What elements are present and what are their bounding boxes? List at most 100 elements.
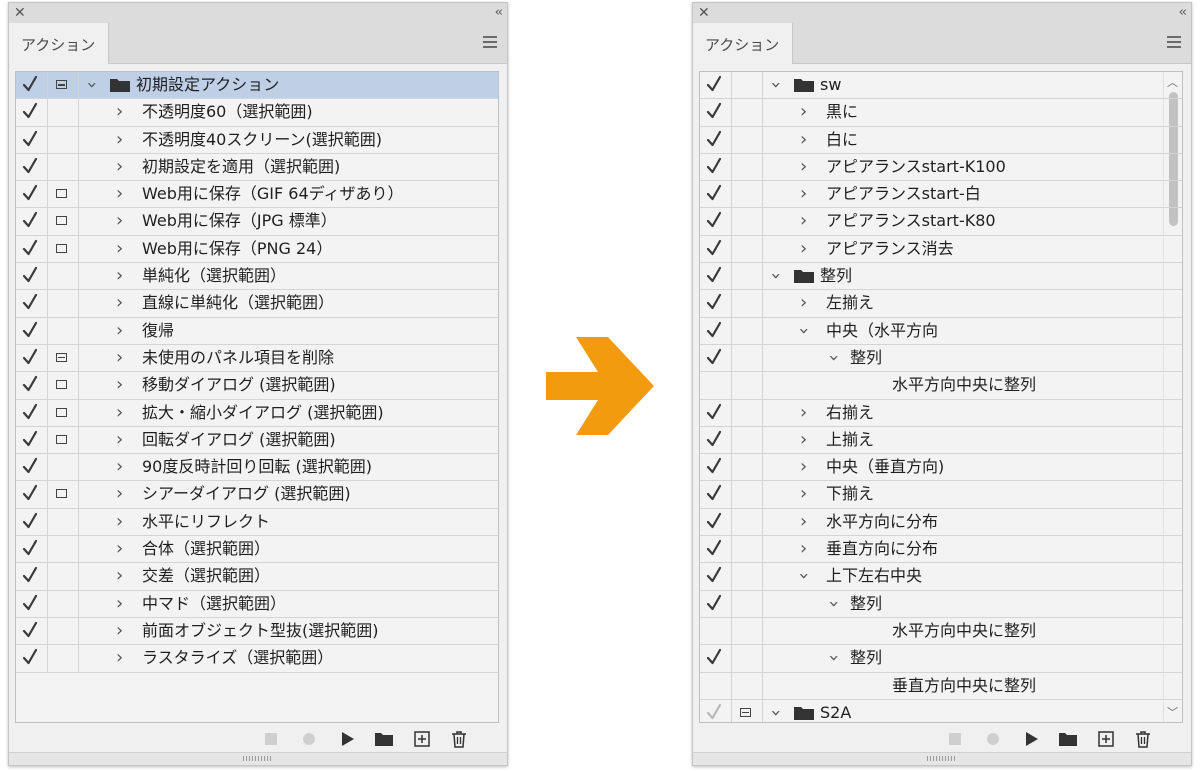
collapse-panel-icon[interactable]: ‹‹ <box>495 4 504 22</box>
chevron-right-icon[interactable]: › <box>116 427 123 453</box>
actions-list[interactable]: ︿ ﹀ › sw › 黒に › 白に › アピアランスstart-K100 › アピアランスsta… <box>699 71 1183 723</box>
toggle-item-cell[interactable] <box>16 372 48 399</box>
toggle-dialog-cell[interactable] <box>732 481 763 508</box>
toggle-item-cell[interactable] <box>16 290 48 317</box>
record-icon[interactable] <box>983 729 1003 749</box>
new-action-icon[interactable] <box>412 729 432 749</box>
toggle-item-cell[interactable] <box>700 454 732 481</box>
toggle-dialog-cell[interactable] <box>48 536 79 563</box>
panel-resize-handle[interactable] <box>693 752 1191 765</box>
action-row[interactable]: › 復帰 <box>16 317 498 345</box>
action-row[interactable]: › アピアランス消去 <box>700 235 1182 264</box>
chevron-right-icon[interactable]: › <box>116 208 123 234</box>
chevron-right-icon[interactable]: › <box>116 481 123 507</box>
toggle-item-cell[interactable] <box>700 72 732 99</box>
chevron-down-icon[interactable]: › <box>791 573 817 580</box>
action-row[interactable]: › 直線に単純化（選択範囲） <box>16 290 498 318</box>
toggle-dialog-cell[interactable] <box>732 290 763 317</box>
action-row[interactable]: › 不透明度60（選択範囲) <box>16 99 498 127</box>
action-row[interactable]: › 回転ダイアログ (選択範囲) <box>16 426 498 455</box>
toggle-item-cell[interactable] <box>16 181 48 208</box>
chevron-right-icon[interactable]: › <box>116 372 123 398</box>
chevron-right-icon[interactable]: › <box>800 127 807 153</box>
chevron-right-icon[interactable]: › <box>116 345 123 371</box>
toggle-dialog-cell[interactable] <box>48 99 79 126</box>
action-row[interactable]: › 不透明度40スクリーン(選択範囲) <box>16 126 498 154</box>
toggle-item-cell[interactable] <box>700 617 732 645</box>
action-row[interactable]: › 上下左右中央 <box>700 563 1182 591</box>
panel-menu-icon[interactable] <box>483 36 497 48</box>
chevron-right-icon[interactable]: › <box>116 645 123 671</box>
chevron-down-icon[interactable]: › <box>821 600 847 607</box>
toggle-dialog-cell[interactable] <box>48 235 79 263</box>
chevron-right-icon[interactable]: › <box>800 208 807 234</box>
toggle-dialog-cell[interactable] <box>732 317 763 344</box>
toggle-dialog-cell[interactable] <box>732 344 763 372</box>
actions-list[interactable]: › 初期設定アクション › 不透明度60（選択範囲) › 不透明度40スクリーン(選択範囲… <box>15 71 499 723</box>
toggle-item-cell[interactable] <box>700 536 732 563</box>
trash-icon[interactable] <box>1133 729 1153 749</box>
chevron-right-icon[interactable]: › <box>800 509 807 535</box>
toggle-dialog-cell[interactable] <box>732 590 763 617</box>
action-row[interactable]: › 90度反時計回り回転 (選択範囲) <box>16 454 498 482</box>
toggle-item-cell[interactable] <box>16 590 48 617</box>
toggle-item-cell[interactable] <box>700 290 732 317</box>
chevron-right-icon[interactable]: › <box>800 236 807 262</box>
action-row[interactable]: › 垂直方向に分布 <box>700 536 1182 564</box>
toggle-item-cell[interactable] <box>700 181 732 208</box>
stop-icon[interactable] <box>261 729 281 749</box>
toggle-dialog-cell[interactable] <box>48 208 79 235</box>
action-row[interactable]: › 右揃え <box>700 399 1182 427</box>
chevron-right-icon[interactable]: › <box>800 99 807 125</box>
toggle-dialog-cell[interactable] <box>732 508 763 536</box>
toggle-dialog-cell[interactable] <box>732 563 763 590</box>
toggle-dialog-cell[interactable] <box>48 181 79 208</box>
chevron-down-icon[interactable]: › <box>763 81 789 88</box>
toggle-dialog-cell[interactable] <box>732 99 763 126</box>
trash-icon[interactable] <box>449 729 469 749</box>
play-icon[interactable] <box>337 729 357 749</box>
toggle-item-cell[interactable] <box>700 344 732 372</box>
tab-actions[interactable]: アクション <box>693 23 793 64</box>
close-icon[interactable]: ✕ <box>14 4 26 22</box>
toggle-dialog-cell[interactable] <box>48 645 79 672</box>
action-row[interactable]: › 水平方向に分布 <box>700 508 1182 537</box>
toggle-dialog-cell[interactable] <box>48 317 79 344</box>
toggle-dialog-cell[interactable] <box>732 454 763 481</box>
action-row[interactable]: › 整列 <box>700 645 1182 673</box>
chevron-right-icon[interactable]: › <box>800 181 807 207</box>
action-row[interactable]: › 初期設定を適用（選択範囲) <box>16 153 498 182</box>
toggle-item-cell[interactable] <box>16 153 48 181</box>
toggle-dialog-cell[interactable] <box>48 508 79 536</box>
toggle-dialog-cell[interactable] <box>48 263 79 290</box>
toggle-item-cell[interactable] <box>16 399 48 426</box>
chevron-right-icon[interactable]: › <box>116 99 123 125</box>
toggle-item-cell[interactable] <box>16 645 48 672</box>
toggle-dialog-cell[interactable] <box>48 426 79 454</box>
chevron-right-icon[interactable]: › <box>116 290 123 316</box>
play-icon[interactable] <box>1021 729 1041 749</box>
toggle-item-cell[interactable] <box>700 399 732 426</box>
toggle-item-cell[interactable] <box>16 454 48 481</box>
toggle-item-cell[interactable] <box>700 672 732 699</box>
chevron-right-icon[interactable]: › <box>800 481 807 507</box>
toggle-dialog-cell[interactable] <box>732 126 763 153</box>
toggle-dialog-cell[interactable] <box>48 290 79 317</box>
action-row[interactable]: › シアーダイアログ (選択範囲) <box>16 481 498 509</box>
panel-resize-handle[interactable] <box>9 752 507 765</box>
toggle-item-cell[interactable] <box>700 235 732 263</box>
action-row[interactable]: › Web用に保存（JPG 標準） <box>16 208 498 236</box>
action-row[interactable]: › 中央（水平方向 <box>700 317 1182 345</box>
toggle-item-cell[interactable] <box>700 590 732 617</box>
tab-actions[interactable]: アクション <box>9 23 109 64</box>
action-row[interactable]: › 中マド（選択範囲） <box>16 590 498 618</box>
toggle-dialog-cell[interactable] <box>48 617 79 645</box>
toggle-item-cell[interactable] <box>700 317 732 344</box>
toggle-dialog-cell[interactable] <box>732 235 763 263</box>
chevron-right-icon[interactable]: › <box>116 509 123 535</box>
toggle-item-cell[interactable] <box>700 153 732 181</box>
toggle-item-cell[interactable] <box>700 99 732 126</box>
toggle-dialog-cell[interactable] <box>732 426 763 454</box>
action-row[interactable]: › 未使用のパネル項目を削除 <box>16 344 498 373</box>
toggle-dialog-cell[interactable] <box>732 645 763 672</box>
